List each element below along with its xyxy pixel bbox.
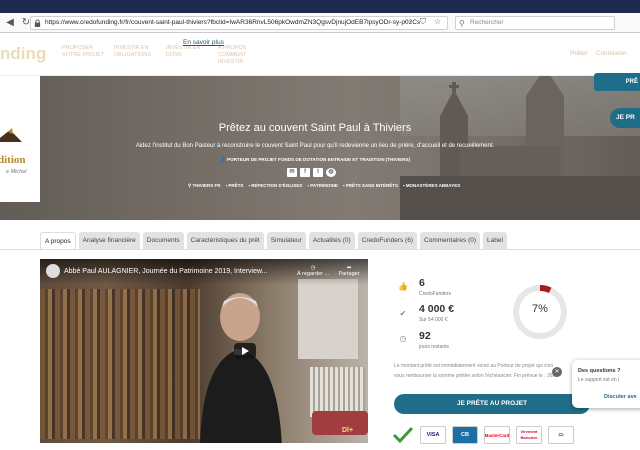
- tab-label[interactable]: Label: [483, 232, 507, 249]
- address-text: https://www.credofunding.fr/fr/couvent-s…: [45, 19, 421, 26]
- info-line-2: vous rembourser la somme prêtée selon l'…: [394, 373, 557, 379]
- tag-location[interactable]: ⚲ THIVIERS FR: [188, 183, 221, 189]
- tab-documents[interactable]: Documents: [142, 232, 184, 249]
- chat-title: Des questions ?: [578, 368, 621, 374]
- browser-toolbar: ◀ ↻ https://www.credofunding.fr/fr/couve…: [0, 13, 640, 33]
- virement-logo: Virement Bancaire: [516, 426, 542, 444]
- bookshelf-image: [40, 289, 200, 439]
- share-label: Partager: [338, 271, 360, 277]
- tag-patrimoine[interactable]: ▪ PATRIMOINE: [307, 183, 337, 189]
- logo-sub: e Michel: [6, 169, 27, 175]
- project-owner-text: PORTEUR DE PROJET FONDS DE DOTATION ENTR…: [226, 157, 411, 162]
- mastercard-logo: MasterCard: [484, 426, 510, 444]
- browser-tabstrip: [0, 0, 640, 13]
- tab-simulateur[interactable]: Simulateur: [266, 232, 306, 249]
- bookmark-star-icon[interactable]: ☆: [434, 17, 441, 27]
- amount-goal: Sur 54 000 €: [419, 317, 448, 323]
- facebook-icon[interactable]: f: [300, 168, 310, 177]
- emblem-icon: [0, 128, 22, 142]
- cb-logo: CB: [452, 426, 478, 444]
- search-icon: ⚲: [459, 19, 465, 28]
- watch-later-label: À regarder ...: [296, 271, 330, 277]
- project-tags: ⚲ THIVIERS FR ▪ PRÊTS ▪ RÉFECTION D'ÉGLI…: [188, 183, 460, 189]
- project-owner: 👤 PORTEUR DE PROJET FONDS DE DOTATION EN…: [150, 157, 480, 163]
- main-nav: PROPOSER VOTRE PROJET INVESTIR EN OBLIGA…: [62, 45, 264, 66]
- project-title: Prêtez au couvent Saint Paul à Thiviers: [218, 122, 412, 134]
- je-prete-hero-button[interactable]: JE PR: [610, 108, 640, 128]
- user-icon: 👤: [219, 157, 226, 162]
- visa-logo: VISA: [420, 426, 446, 444]
- progress-percent: 7%: [532, 303, 548, 315]
- nav-connexion[interactable]: Connexion: [596, 50, 627, 57]
- video-player[interactable]: Abbé Paul AULAGNIER, Journée du Patrimoi…: [40, 259, 368, 443]
- project-tabs: A propos Analyse financière Documents Ca…: [40, 232, 507, 249]
- info-text: Le montant prêté est immédiatement versé…: [394, 361, 574, 381]
- days-label: jours restants: [419, 344, 450, 350]
- tab-a-propos[interactable]: A propos: [40, 232, 76, 249]
- play-button[interactable]: [234, 343, 256, 359]
- watch-later-button[interactable]: ◷ À regarder ...: [296, 265, 330, 277]
- pocket-icon[interactable]: ⛉: [420, 17, 426, 27]
- payment-methods: VISA CB MasterCard Virement Bancaire ▭: [392, 426, 574, 444]
- search-input[interactable]: ⚲ Rechercher: [455, 16, 615, 30]
- chat-discuss-link[interactable]: Discuter ave: [604, 394, 637, 400]
- je-prete-button[interactable]: JE PRÊTE AU PROJET: [394, 394, 590, 414]
- email-icon[interactable]: ✉: [287, 168, 297, 177]
- address-bar[interactable]: https://www.credofunding.fr/fr/couvent-s…: [30, 16, 448, 30]
- speaker-image: [200, 293, 282, 443]
- amount-raised: 4 000 €: [419, 303, 455, 315]
- tag-sans-interets[interactable]: ▪ PRÊTS SANS INTÉRÊTS: [343, 183, 398, 189]
- nav-item-proposer[interactable]: PROPOSER VOTRE PROJET: [62, 45, 108, 66]
- check-icon: ✔: [399, 309, 407, 318]
- lock-icon: [34, 19, 41, 27]
- funders-count: 6: [419, 277, 425, 289]
- tab-commentaires[interactable]: Commentaires (0): [420, 232, 481, 249]
- project-logo-card: dition e Michel: [0, 76, 40, 202]
- channel-avatar[interactable]: [46, 264, 60, 278]
- info-line-1: Le montant prêté est immédiatement versé…: [394, 363, 554, 369]
- tab-analyse[interactable]: Analyse financière: [78, 232, 140, 249]
- right-nav: Prêter Connexion: [570, 50, 627, 57]
- tag-prets[interactable]: ▪ PRÊTS: [226, 183, 244, 189]
- clock-icon: ◷: [399, 334, 407, 343]
- search-placeholder: Rechercher: [470, 19, 504, 26]
- nav-item-investir-dons[interactable]: INVESTIR EN DONS: [166, 45, 212, 66]
- nav-preter[interactable]: Prêter: [570, 50, 588, 57]
- globe-icon[interactable]: ◍: [326, 168, 336, 177]
- preter-top-button[interactable]: PRÊ: [594, 73, 640, 91]
- en-savoir-plus-link[interactable]: En savoir plus: [183, 39, 224, 46]
- twitter-icon[interactable]: t: [313, 168, 323, 177]
- social-share: ✉ f t ◍: [287, 168, 336, 177]
- tab-actualites[interactable]: Actualités (0): [308, 232, 355, 249]
- nav-item-a-propos[interactable]: A PROPOS COMMENT INVESTIR: [218, 45, 264, 66]
- tag-refection[interactable]: ▪ RÉFECTION D'ÉGLISES: [248, 183, 302, 189]
- video-title[interactable]: Abbé Paul AULAGNIER, Journée du Patrimoi…: [64, 268, 268, 275]
- chat-close-icon[interactable]: ✕: [552, 367, 562, 377]
- share-button[interactable]: ➦ Partager: [332, 265, 366, 277]
- tag-monasteres[interactable]: ▪ MONASTÈRES ABBAYES: [403, 183, 460, 189]
- logo-word: dition: [0, 154, 26, 166]
- tab-caracteristiques[interactable]: Caractéristiques du prêt: [186, 232, 264, 249]
- thumbs-up-icon: 👍: [398, 282, 408, 291]
- more-icon[interactable]: ⋯: [404, 17, 412, 27]
- nav-item-investir-obligations[interactable]: INVESTIR EN OBLIGATIONS: [114, 45, 160, 66]
- tab-credofunders[interactable]: CredoFunders (6): [357, 232, 418, 249]
- chat-text: Le support est en l: [578, 377, 620, 383]
- project-description: Aidez l'institut du Bon Pasteur à recons…: [135, 143, 495, 149]
- chat-popup: Des questions ? Le support est en l Disc…: [572, 360, 640, 408]
- back-icon[interactable]: ◀: [4, 17, 16, 29]
- days-remaining: 92: [419, 330, 431, 342]
- payment-card-icon: ▭: [548, 426, 574, 444]
- funders-label: CredoFunders: [419, 291, 451, 297]
- secure-check-icon: [392, 426, 414, 444]
- video-channel-logo: Dl+: [342, 427, 354, 434]
- site-logo[interactable]: nding: [0, 44, 46, 64]
